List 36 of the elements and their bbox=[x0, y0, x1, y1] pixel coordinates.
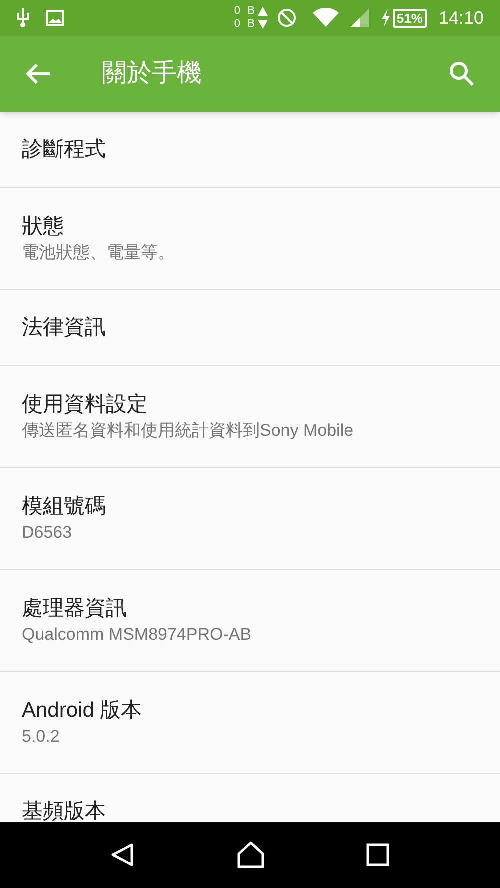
settings-item[interactable]: Android 版本 5.0.2 bbox=[0, 672, 500, 774]
page-title: 關於手機 bbox=[102, 58, 202, 90]
data-down-counter: 0 B bbox=[234, 18, 257, 31]
item-title: 狀態 bbox=[22, 214, 65, 240]
settings-item[interactable]: 處理器資訊 Qualcomm MSM8974PRO-AB bbox=[0, 570, 500, 672]
settings-item[interactable]: 模組號碼 D6563 bbox=[0, 468, 500, 570]
up-down-arrows-icon bbox=[256, 6, 269, 30]
item-title: 模組號碼 bbox=[22, 494, 107, 520]
settings-item[interactable]: 法律資訊 bbox=[0, 290, 500, 366]
clock: 14:10 bbox=[438, 6, 484, 30]
item-summary: 5.0.2 bbox=[22, 726, 61, 748]
item-title: 診斷程式 bbox=[22, 136, 107, 162]
charging-icon bbox=[380, 9, 391, 27]
settings-item[interactable]: 診斷程式 bbox=[0, 112, 500, 188]
settings-item[interactable]: 狀態 電池狀態、電量等。 bbox=[0, 188, 500, 290]
back-nav-button[interactable] bbox=[110, 842, 136, 868]
item-summary: 電池狀態、電量等。 bbox=[22, 242, 176, 264]
item-summary: 傳送匿名資料和使用統計資料到Sony Mobile bbox=[22, 420, 355, 442]
home-nav-button[interactable] bbox=[236, 841, 266, 869]
item-summary: D6563 bbox=[22, 522, 74, 544]
battery-indicator: 51% bbox=[392, 8, 427, 28]
search-button[interactable] bbox=[448, 60, 476, 88]
item-summary: Qualcomm MSM8974PRO-AB bbox=[22, 624, 253, 646]
wifi-icon bbox=[312, 8, 339, 28]
signal-icon bbox=[350, 9, 369, 27]
item-title: 基頻版本 bbox=[22, 798, 107, 822]
item-title: 法律資訊 bbox=[22, 314, 107, 340]
item-title: 處理器資訊 bbox=[22, 596, 128, 622]
blocked-icon bbox=[276, 8, 297, 28]
item-title: 使用資料設定 bbox=[22, 392, 149, 418]
item-title: Android 版本 bbox=[22, 698, 144, 724]
image-icon bbox=[46, 10, 64, 26]
recents-nav-button[interactable] bbox=[366, 843, 390, 867]
data-up-counter: 0 B bbox=[234, 5, 257, 18]
usb-icon bbox=[16, 8, 30, 28]
settings-item[interactable]: 使用資料設定 傳送匿名資料和使用統計資料到Sony Mobile bbox=[0, 366, 500, 468]
